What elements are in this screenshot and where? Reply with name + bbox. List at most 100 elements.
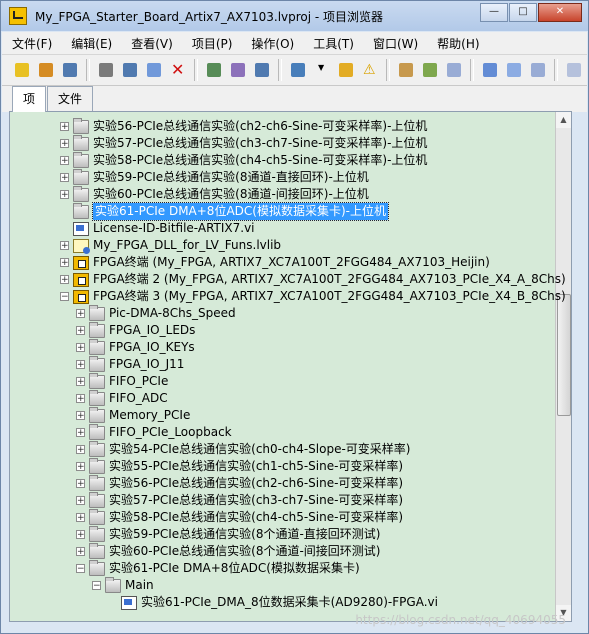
tree-item[interactable]: + Memory_PCIe xyxy=(76,406,190,424)
menu-item[interactable]: 查看(V) xyxy=(121,35,182,52)
expand-icon[interactable]: + xyxy=(60,139,69,149)
menu-item[interactable]: 工具(T) xyxy=(303,35,363,52)
add-file-button[interactable] xyxy=(420,60,440,80)
tree-item[interactable]: − Main xyxy=(92,576,154,594)
undo-button[interactable] xyxy=(480,60,500,80)
tree-item[interactable]: − FPGA终端 3 (My_FPGA, ARTIX7_XC7A100T_2FGG… xyxy=(60,288,566,305)
redo-button[interactable] xyxy=(504,60,524,80)
menu-item[interactable]: 项目(P) xyxy=(182,35,242,52)
tree-item[interactable]: + 实验56-PCIe总线通信实验(ch2-ch6-Sine-可变采样率)-上位机 xyxy=(60,117,427,135)
resolve-button[interactable] xyxy=(336,60,356,80)
toolbar-separator xyxy=(554,59,558,81)
tree-item[interactable]: + 实验56-PCIe总线通信实验(ch2-ch6-Sine-可变采样率) xyxy=(76,474,403,492)
tree-item[interactable]: + 实验54-PCIe总线通信实验(ch0-ch4-Slope-可变采样率) xyxy=(76,440,410,458)
expand-icon[interactable]: + xyxy=(76,360,85,370)
collapse-icon[interactable]: − xyxy=(76,564,85,574)
expand-icon[interactable]: + xyxy=(60,258,69,268)
replace-button[interactable] xyxy=(444,60,464,80)
build-button[interactable] xyxy=(204,60,224,80)
filter-button[interactable] xyxy=(396,60,416,80)
project-button[interactable] xyxy=(252,60,272,80)
expand-icon[interactable]: + xyxy=(76,445,85,455)
dropdown-button[interactable]: ▼ xyxy=(312,60,332,80)
menu-item[interactable]: 编辑(E) xyxy=(61,35,121,52)
warning-button[interactable]: ⚠ xyxy=(360,60,380,80)
expand-icon[interactable]: + xyxy=(76,377,85,387)
view-button[interactable] xyxy=(288,60,308,80)
tree-item[interactable]: + 实验58-PCIe总线通信实验(ch4-ch5-Sine-可变采样率) xyxy=(76,508,403,526)
expand-icon[interactable]: + xyxy=(60,190,69,200)
expand-icon[interactable]: + xyxy=(76,394,85,404)
expand-icon[interactable]: + xyxy=(60,122,69,132)
toolbar: ✕ ▼ ⚠ xyxy=(2,55,587,86)
expand-icon[interactable]: + xyxy=(76,411,85,421)
title-bar[interactable]: My_FPGA_Starter_Board_Artix7_AX7103.lvpr… xyxy=(1,1,588,31)
tree-item[interactable]: + 实验58-PCIe总线通信实验(ch4-ch5-Sine-可变采样率)-上位机 xyxy=(60,151,427,169)
maximize-button[interactable]: □ xyxy=(509,3,537,22)
tree-item[interactable]: − 实验61-PCIe DMA+8位ADC(模拟数据采集卡) xyxy=(76,559,360,577)
save-all-button[interactable] xyxy=(60,60,80,80)
minimize-button[interactable]: — xyxy=(480,3,508,22)
menu-item[interactable]: 帮助(H) xyxy=(427,35,488,52)
properties-button[interactable] xyxy=(228,60,248,80)
folder-icon xyxy=(89,457,105,474)
tree-item[interactable]: + 实验60-PCIe总线通信实验(8通道-间接回环)-上位机 xyxy=(60,185,369,203)
expand-icon[interactable]: + xyxy=(60,275,69,285)
expand-icon[interactable]: + xyxy=(76,496,85,506)
tree-item[interactable]: + My_FPGA_DLL_for_LV_Funs.lvlib xyxy=(60,237,281,254)
expand-icon[interactable]: + xyxy=(60,156,69,166)
folder-icon xyxy=(89,338,105,355)
expand-icon[interactable]: + xyxy=(76,326,85,336)
tree-item[interactable]: + FIFO_PCIe_Loopback xyxy=(76,423,232,441)
expand-icon[interactable]: + xyxy=(76,462,85,472)
scroll-up-icon[interactable]: ▲ xyxy=(556,112,571,128)
tree-item[interactable]: + 实验57-PCIe总线通信实验(ch3-ch7-Sine-可变采样率) xyxy=(76,491,403,509)
menu-item[interactable]: 文件(F) xyxy=(2,35,61,52)
cut-button[interactable] xyxy=(96,60,116,80)
close-button[interactable]: ✕ xyxy=(538,3,582,22)
tree-item[interactable]: + FIFO_ADC xyxy=(76,389,168,407)
tree-item[interactable]: + FPGA终端 2 (My_FPGA, ARTIX7_XC7A100T_2FGG… xyxy=(60,271,566,288)
tree-item[interactable]: 实验61-PCIe DMA+8位ADC(模拟数据采集卡)-上位机 xyxy=(60,202,389,221)
tree-item-label: FIFO_PCIe_Loopback xyxy=(109,425,232,439)
paste-button[interactable] xyxy=(144,60,164,80)
delete-button[interactable]: ✕ xyxy=(168,60,188,80)
menu-item[interactable]: 操作(O) xyxy=(241,35,303,52)
expand-icon[interactable]: + xyxy=(76,309,85,319)
tree-item[interactable]: + Pic-DMA-8Chs_Speed xyxy=(76,304,236,322)
copy-button[interactable] xyxy=(120,60,140,80)
tree-item[interactable]: + 实验59-PCIe总线通信实验(8个通道-直接回环测试) xyxy=(76,525,380,543)
tree-item[interactable]: + FPGA终端 (My_FPGA, ARTIX7_XC7A100T_2FGG48… xyxy=(60,254,490,271)
expand-icon[interactable]: + xyxy=(76,428,85,438)
tab-items[interactable]: 项 xyxy=(12,86,47,112)
tree-item[interactable]: + 实验59-PCIe总线通信实验(8通道-直接回环)-上位机 xyxy=(60,168,369,186)
tree-item[interactable]: 实验61-PCIe_DMA_8位数据采集卡(AD9280)-FPGA.vi xyxy=(108,594,438,611)
collapse-icon[interactable]: − xyxy=(60,292,69,302)
tree-item[interactable]: + 实验57-PCIe总线通信实验(ch3-ch7-Sine-可变采样率)-上位机 xyxy=(60,134,427,152)
tree-item[interactable]: + FPGA_IO_J11 xyxy=(76,355,184,373)
tree-item[interactable]: License-ID-Bitfile-ARTIX7.vi xyxy=(60,220,255,237)
open-button[interactable] xyxy=(36,60,56,80)
tree-item[interactable]: + FIFO_PCIe xyxy=(76,372,168,390)
expand-icon[interactable]: + xyxy=(60,173,69,183)
collapse-icon[interactable]: − xyxy=(92,581,101,591)
tree-item[interactable]: + FPGA_IO_KEYs xyxy=(76,338,195,356)
replace-icon xyxy=(447,63,461,77)
collapse-button[interactable] xyxy=(528,60,548,80)
tree-item[interactable]: + FPGA_IO_LEDs xyxy=(76,321,195,339)
scroll-thumb[interactable] xyxy=(557,294,571,416)
project-tree[interactable]: ▲ ▼ + 实验56-PCIe总线通信实验(ch2-ch6-Sine-可变采样率)… xyxy=(9,111,572,622)
expand-icon[interactable]: + xyxy=(76,530,85,540)
expand-icon[interactable]: + xyxy=(76,343,85,353)
expand-icon[interactable]: + xyxy=(76,513,85,523)
expand-icon[interactable]: + xyxy=(60,241,69,251)
tab-files[interactable]: 文件 xyxy=(47,86,94,111)
expand-button[interactable] xyxy=(564,60,584,80)
tree-item[interactable]: + 实验55-PCIe总线通信实验(ch1-ch5-Sine-可变采样率) xyxy=(76,457,403,475)
expand-icon[interactable]: + xyxy=(76,547,85,557)
tree-item[interactable]: + 实验60-PCIe总线通信实验(8个通道-间接回环测试) xyxy=(76,542,380,560)
vertical-scrollbar[interactable]: ▲ ▼ xyxy=(555,112,571,621)
menu-item[interactable]: 窗口(W) xyxy=(363,35,427,52)
expand-icon[interactable]: + xyxy=(76,479,85,489)
new-button[interactable] xyxy=(12,60,32,80)
